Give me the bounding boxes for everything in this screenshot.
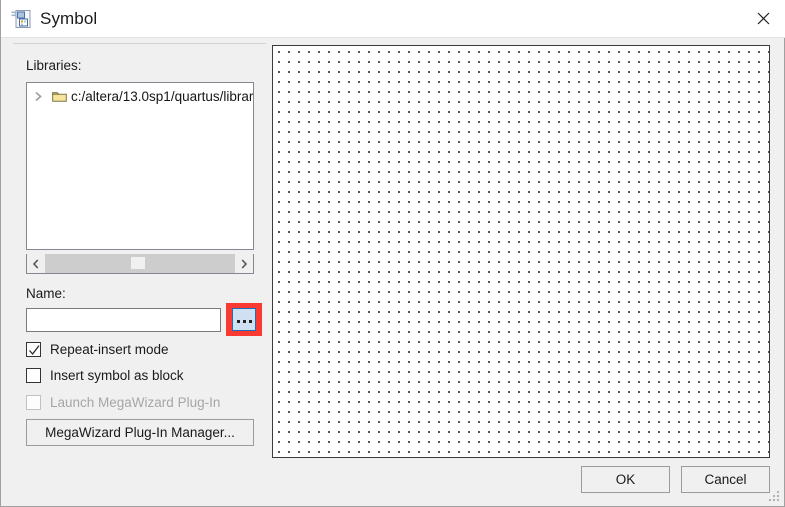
scrollbar-track[interactable] [45,254,235,273]
preview-dot-grid [273,46,769,457]
tree-item-library[interactable]: c:/altera/13.0sp1/quartus/librar [27,85,253,107]
checkbox-label: Insert symbol as block [50,367,184,383]
chevron-right-icon[interactable] [27,91,49,102]
checkbox-disabled-icon [26,394,41,410]
cancel-button[interactable]: Cancel [681,466,770,493]
symbol-dialog: Symbol Libraries: c:/altera/13.0sp1/quar… [0,0,785,507]
libraries-listbox[interactable]: c:/altera/13.0sp1/quartus/librar [26,82,254,250]
ellipsis-icon [236,320,252,323]
scroll-left-icon[interactable] [27,254,45,273]
scrollbar-thumb[interactable] [130,257,145,269]
checkbox-checked-icon[interactable] [26,341,41,357]
symbol-preview-canvas[interactable] [272,45,770,458]
checkbox-launch-megawizard-plugin: Launch MegaWizard Plug-In [26,393,220,411]
browse-button[interactable] [232,308,256,331]
close-icon[interactable] [740,0,785,37]
name-input[interactable] [26,308,221,332]
ok-button[interactable]: OK [581,466,670,493]
checkbox-unchecked-icon[interactable] [26,367,41,383]
resize-grip[interactable] [769,491,781,503]
checkbox-label: Repeat-insert mode [50,341,169,357]
folder-icon [49,90,69,103]
window-title: Symbol [40,9,98,28]
title-bar: Symbol [1,0,785,38]
checkbox-insert-symbol-as-block[interactable]: Insert symbol as block [26,366,184,384]
tree-item-label: c:/altera/13.0sp1/quartus/librar [71,88,254,104]
scroll-right-icon[interactable] [235,254,253,273]
checkbox-label: Launch MegaWizard Plug-In [50,394,221,410]
checkbox-repeat-insert-mode[interactable]: Repeat-insert mode [26,340,169,358]
megawizard-plugin-manager-button[interactable]: MegaWizard Plug-In Manager... [26,419,254,446]
libraries-label: Libraries: [26,58,82,73]
libraries-horizontal-scrollbar[interactable] [26,254,254,274]
name-label: Name: [26,286,66,301]
header-divider [13,43,266,44]
symbol-document-icon [11,8,33,30]
